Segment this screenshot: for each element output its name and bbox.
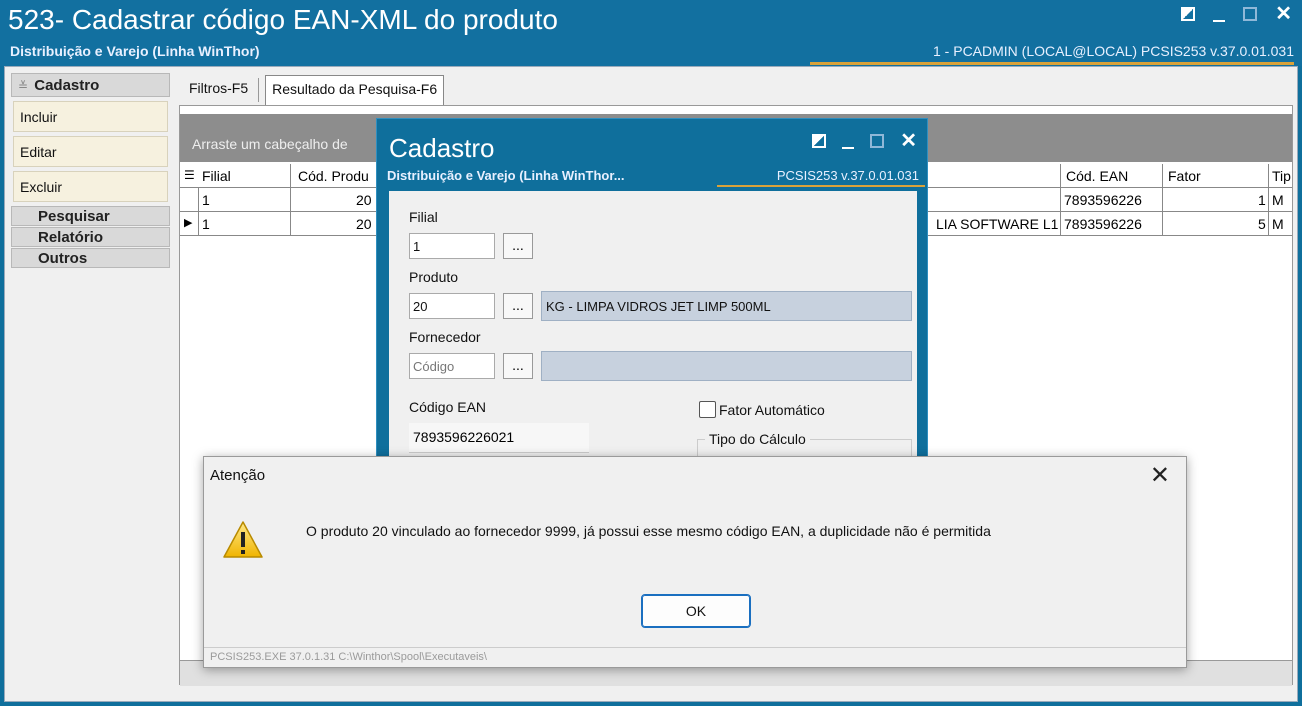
column-divider [1162, 212, 1163, 236]
fornecedor-input[interactable]: Código [409, 353, 495, 379]
fornecedor-description [541, 351, 912, 381]
cell-fornecedor: LIA SOFTWARE L1 [936, 216, 1059, 232]
user-info: 1 - PCADMIN (LOCAL@LOCAL) PCSIS253 v.37.… [933, 43, 1294, 59]
column-divider [1268, 212, 1269, 236]
cell-cod-ean: 7893596226 [1064, 216, 1142, 232]
window-controls: ✕ [1181, 4, 1292, 24]
alert-message: O produto 20 vinculado ao fornecedor 999… [306, 523, 991, 539]
close-icon[interactable]: ✕ [1150, 461, 1170, 490]
sidebar-header-label: Cadastro [34, 77, 100, 94]
fator-automatico-checkbox[interactable] [699, 401, 716, 418]
window-title: 523- Cadastrar código EAN-XML do produto [8, 4, 558, 35]
column-divider [1060, 188, 1061, 212]
column-divider [1060, 212, 1061, 236]
cell-tipo: M [1272, 192, 1284, 208]
minimize-icon[interactable] [1213, 20, 1226, 22]
sidebar-item-incluir[interactable]: Incluir [13, 101, 168, 132]
filial-label: Filial [409, 209, 438, 225]
filial-input[interactable]: 1 [409, 233, 495, 259]
cell-cod-ean: 7893596226 [1064, 192, 1142, 208]
sidebar-item-excluir[interactable]: Excluir [13, 171, 168, 202]
cadastro-dialog: Cadastro Distribuição e Varejo (Linha Wi… [376, 118, 928, 469]
produto-label: Produto [409, 269, 459, 285]
warning-icon [223, 521, 263, 558]
column-divider [198, 212, 199, 236]
alert-status-path: PCSIS253.EXE 37.0.1.31 C:\Winthor\Spool\… [204, 647, 1186, 667]
produto-description: KG - LIMPA VIDROS JET LIMP 500ML [541, 291, 912, 321]
sidebar-group-pesquisar[interactable]: Pesquisar [11, 206, 170, 226]
column-divider [1268, 188, 1269, 212]
maximize-icon[interactable] [870, 134, 885, 148]
fator-automatico-label: Fator Automático [719, 402, 825, 418]
restore-icon[interactable] [1181, 7, 1196, 21]
column-header-tipo[interactable]: Tip [1272, 168, 1291, 184]
cell-tipo: M [1272, 216, 1284, 232]
main-titlebar: 523- Cadastrar código EAN-XML do produto… [0, 0, 1302, 66]
cell-cod-produto: 20 [356, 192, 372, 208]
dialog-body: Filial 1 ... Produto 20 ... KG - LIMPA V… [389, 191, 917, 469]
minimize-icon[interactable] [842, 147, 855, 149]
column-divider [1060, 164, 1061, 188]
column-header-cod-produto[interactable]: Cód. Produ [298, 168, 369, 184]
sidebar: ≚ Cadastro Incluir Editar Excluir Pesqui… [11, 73, 170, 268]
cell-fator: 1 [1258, 192, 1266, 208]
alert-dialog: Atenção ✕ O produto 20 vinculado ao forn… [203, 456, 1187, 668]
column-divider [1162, 188, 1163, 212]
column-divider [290, 212, 291, 236]
tab-separator [258, 78, 260, 102]
title-accent-line [810, 62, 1294, 65]
column-header-fator[interactable]: Fator [1168, 168, 1201, 184]
fornecedor-lookup-button[interactable]: ... [503, 353, 533, 379]
ean-input[interactable]: 7893596226021 [409, 423, 589, 453]
cell-cod-produto: 20 [356, 216, 372, 232]
cell-fator: 5 [1258, 216, 1266, 232]
dialog-subtitle: Distribuição e Varejo (Linha WinThor... [387, 168, 625, 183]
column-divider [290, 164, 291, 188]
close-icon[interactable]: ✕ [900, 131, 917, 151]
column-divider [1162, 164, 1163, 188]
ok-button[interactable]: OK [641, 594, 751, 628]
column-divider [290, 188, 291, 212]
restore-icon[interactable] [812, 134, 827, 148]
column-chooser-icon[interactable]: ☰ [184, 168, 195, 182]
sidebar-group-outros[interactable]: Outros [11, 248, 170, 268]
row-indicator-icon: ▶ [184, 217, 193, 229]
tab-filtros[interactable]: Filtros-F5 [183, 75, 254, 105]
alert-title: Atenção [210, 467, 266, 484]
chevron-up-icon: ≚ [18, 79, 29, 93]
column-header-cod-ean[interactable]: Cód. EAN [1066, 168, 1128, 184]
sidebar-item-editar[interactable]: Editar [13, 136, 168, 167]
window-subtitle: Distribuição e Varejo (Linha WinThor) [10, 43, 260, 59]
column-header-filial[interactable]: Filial [202, 168, 231, 184]
cell-filial: 1 [202, 216, 210, 232]
group-by-hint: Arraste um cabeçalho de [192, 136, 348, 152]
sidebar-group-relatorio[interactable]: Relatório [11, 227, 170, 247]
cell-filial: 1 [202, 192, 210, 208]
filial-lookup-button[interactable]: ... [503, 233, 533, 259]
tab-resultado[interactable]: Resultado da Pesquisa-F6 [265, 75, 445, 105]
dialog-title: Cadastro [389, 133, 495, 163]
maximize-icon[interactable] [1243, 7, 1258, 21]
tab-bar: Filtros-F5 Resultado da Pesquisa-F6 [183, 75, 445, 105]
close-icon[interactable]: ✕ [1275, 4, 1292, 24]
dialog-window-controls: ✕ [812, 131, 917, 151]
tipo-calculo-label: Tipo do Cálculo [705, 431, 810, 447]
produto-lookup-button[interactable]: ... [503, 293, 533, 319]
produto-input[interactable]: 20 [409, 293, 495, 319]
column-divider [198, 188, 199, 212]
sidebar-header-cadastro[interactable]: ≚ Cadastro [11, 73, 170, 97]
dialog-version: PCSIS253 v.37.0.01.031 [776, 168, 919, 183]
fornecedor-label: Fornecedor [409, 329, 481, 345]
column-divider [1268, 164, 1269, 188]
ean-label: Código EAN [409, 399, 487, 415]
dialog-accent-line [717, 185, 925, 187]
